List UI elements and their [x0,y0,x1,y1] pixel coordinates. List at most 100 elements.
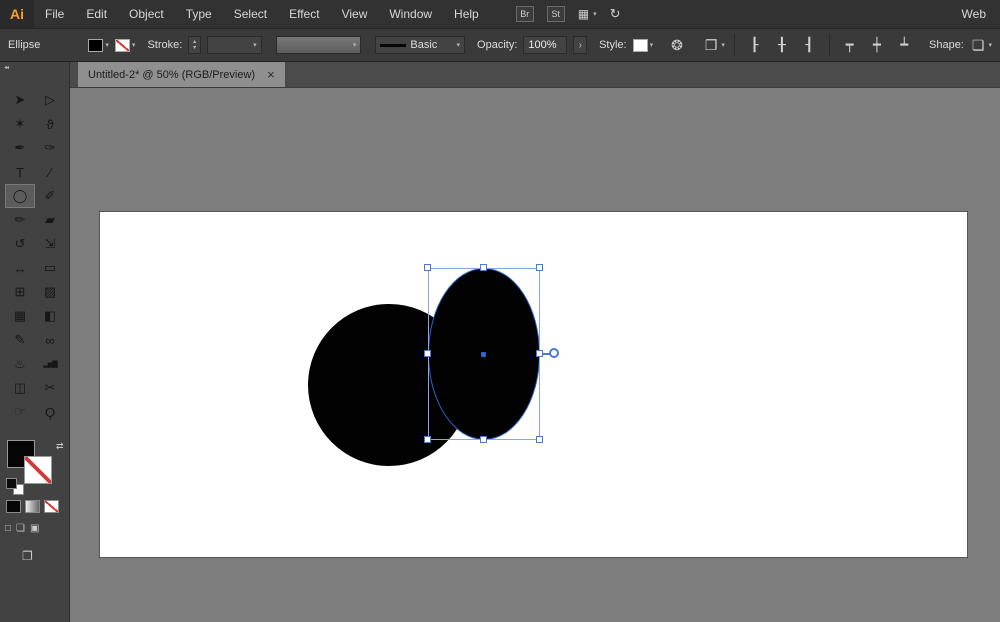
scale-tool[interactable]: ⇲ [35,232,65,256]
canvas[interactable] [70,88,1000,622]
blend-tool[interactable]: ∞ [35,328,65,352]
draw-mode-buttons: □ ❏ ▣ [5,523,39,534]
zoom-tool[interactable]: Ϙ [35,400,65,424]
type-tool[interactable]: T [5,160,35,184]
app-logo: Ai [0,0,34,28]
default-fill-stroke-icon[interactable] [6,478,17,489]
shape-builder-tool[interactable]: ⊞ [5,280,35,304]
ellipse-tool[interactable]: ◯ [5,184,35,208]
menu-help[interactable]: Help [443,0,490,28]
brush-definition-dropdown[interactable]: Basic ▾ [375,36,466,54]
active-tool-label: Ellipse [8,39,41,51]
menu-window[interactable]: Window [378,0,443,28]
selection-handle-n[interactable] [480,264,487,271]
pie-angle-widget[interactable] [549,348,559,358]
selection-handle-s[interactable] [480,436,487,443]
style-swatch-dropdown[interactable]: ▾ [632,38,654,52]
selection-handle-ne[interactable] [536,264,543,271]
selection-handle-sw[interactable] [424,436,431,443]
menu-object[interactable]: Object [118,0,175,28]
selection-handle-se[interactable] [536,436,543,443]
symbol-sprayer-tool[interactable]: ♨ [5,352,35,376]
gradient-tool[interactable]: ◧ [35,304,65,328]
none-button[interactable] [44,500,59,513]
menu-view[interactable]: View [331,0,379,28]
column-graph-tool[interactable]: ▂▅▇ [35,352,65,376]
stroke-weight-dropdown[interactable]: ▾ [206,36,262,54]
selection-tool[interactable]: ➤ [5,88,35,112]
chevron-down-icon: ▾ [721,42,725,49]
draw-inside-icon[interactable]: ▣ [30,523,39,534]
pen-tool[interactable]: ✒ [5,136,35,160]
direct-selection-tool[interactable]: ▷ [35,88,65,112]
eyedropper-tool[interactable]: ✎ [5,328,35,352]
chevron-down-icon: ▾ [649,42,654,49]
brush-name: Basic [410,39,438,51]
stroke-proxy-swatch[interactable] [24,456,52,484]
eraser-tool[interactable]: ▰ [35,208,65,232]
stock-button[interactable]: St [546,6,565,22]
chevron-down-icon: ▾ [352,42,357,49]
align-top-button[interactable]: ┯ [839,37,860,53]
draw-normal-icon[interactable]: □ [5,523,11,534]
chevron-down-icon: ▾ [456,42,461,49]
selection-handle-e[interactable] [536,350,543,357]
align-left-button[interactable]: ┠ [744,37,765,53]
magic-wand-tool[interactable]: ✶ [5,112,35,136]
hand-tool[interactable]: ☞ [5,400,35,424]
stroke-weight-stepper[interactable]: ▴ ▾ [188,36,201,54]
align-bottom-button[interactable]: ┷ [894,37,915,53]
arrange-documents-dropdown[interactable]: ▦ ▾ [578,7,597,21]
draw-behind-icon[interactable]: ❏ [16,523,25,534]
document-area: Untitled-2* @ 50% (RGB/Preview) × [70,62,1000,622]
perspective-grid-tool[interactable]: ▨ [35,280,65,304]
gradient-button[interactable] [25,500,40,513]
menu-select[interactable]: Select [223,0,278,28]
center-point-widget[interactable] [481,352,486,357]
collapse-panel-icon[interactable]: ◂◂ [4,64,9,71]
menu-file[interactable]: File [34,0,75,28]
color-button[interactable] [6,500,21,513]
selection-handle-w[interactable] [424,350,431,357]
document-tab[interactable]: Untitled-2* @ 50% (RGB/Preview) × [78,62,285,87]
menu-type[interactable]: Type [175,0,223,28]
color-mode-buttons [6,500,59,513]
opacity-input[interactable] [523,36,568,54]
divider [828,34,830,56]
mesh-tool[interactable]: ▦ [5,304,35,328]
rotate-tool[interactable]: ↺ [5,232,35,256]
stroke-color-swatch[interactable]: ▾ [114,38,135,52]
screen-mode-icon[interactable]: ❐ [22,549,33,563]
align-right-button[interactable]: ┨ [799,37,820,53]
lasso-tool[interactable]: ϑ [35,112,65,136]
workspace-switcher[interactable]: Web [962,7,1000,21]
align-vcenter-button[interactable]: ┿ [866,37,887,53]
fill-color-swatch[interactable]: ▾ [88,38,109,52]
selection-handle-nw[interactable] [424,264,431,271]
fill-stroke-indicator: ⇄ [0,440,70,496]
shape-mode-button[interactable]: ❏ ▾ [970,37,992,54]
chevron-down-icon: ▾ [105,42,109,49]
swap-fill-stroke-icon[interactable]: ⇄ [56,441,64,452]
sync-settings-icon[interactable]: ↻ [610,6,621,22]
artboard-tool[interactable]: ◫ [5,376,35,400]
style-swatch-icon [632,38,648,52]
shaper-tool[interactable]: ✏ [5,208,35,232]
width-profile-dropdown[interactable]: ▾ [275,36,362,54]
close-icon[interactable]: × [267,68,275,81]
chevron-down-icon: ▾ [593,11,597,18]
slice-tool[interactable]: ✂ [35,376,65,400]
recolor-artwork-button[interactable]: ❂ [669,37,685,54]
line-segment-tool[interactable]: ∕ [35,160,65,184]
width-tool[interactable]: ↔ [5,256,35,280]
illustrator-window: Ai File Edit Object Type Select Effect V… [0,0,1000,622]
opacity-expand-button[interactable]: › [573,36,588,54]
transform-options-dropdown[interactable]: ❒ ▾ [703,37,725,54]
free-transform-tool[interactable]: ▭ [35,256,65,280]
paintbrush-tool[interactable]: ✐ [35,184,65,208]
curvature-tool[interactable]: ✑ [35,136,65,160]
menu-edit[interactable]: Edit [75,0,118,28]
bridge-button[interactable]: Br [515,6,534,22]
align-hcenter-button[interactable]: ╂ [771,37,792,53]
menu-effect[interactable]: Effect [278,0,330,28]
